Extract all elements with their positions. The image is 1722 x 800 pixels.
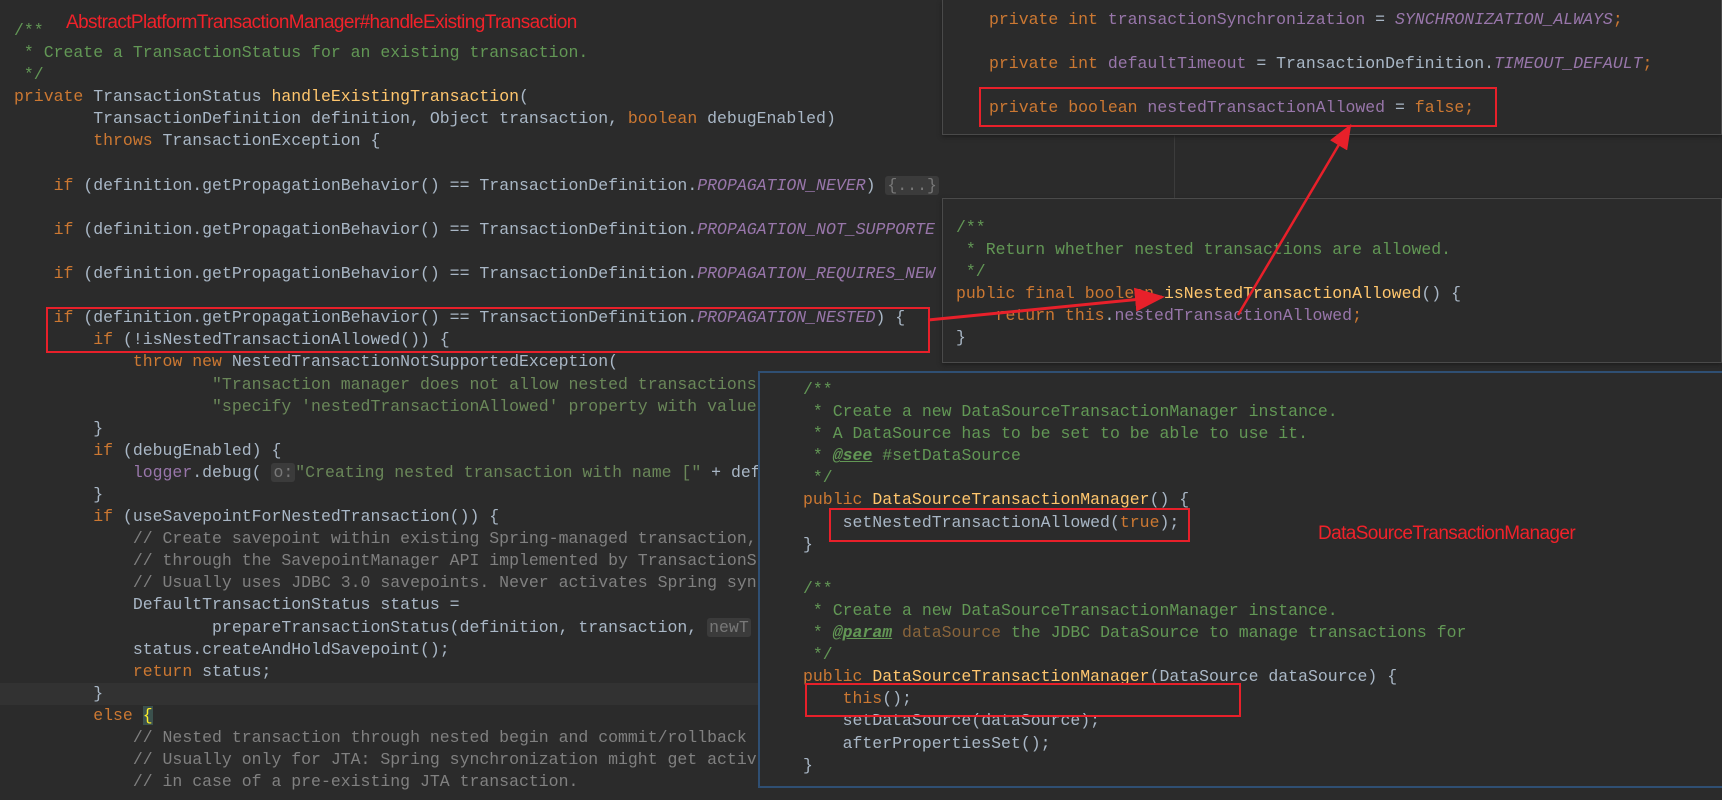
- arrow-to-method: [927, 287, 1165, 322]
- arrow-to-field: [1236, 123, 1352, 316]
- annotation-arrows: [927, 123, 1352, 322]
